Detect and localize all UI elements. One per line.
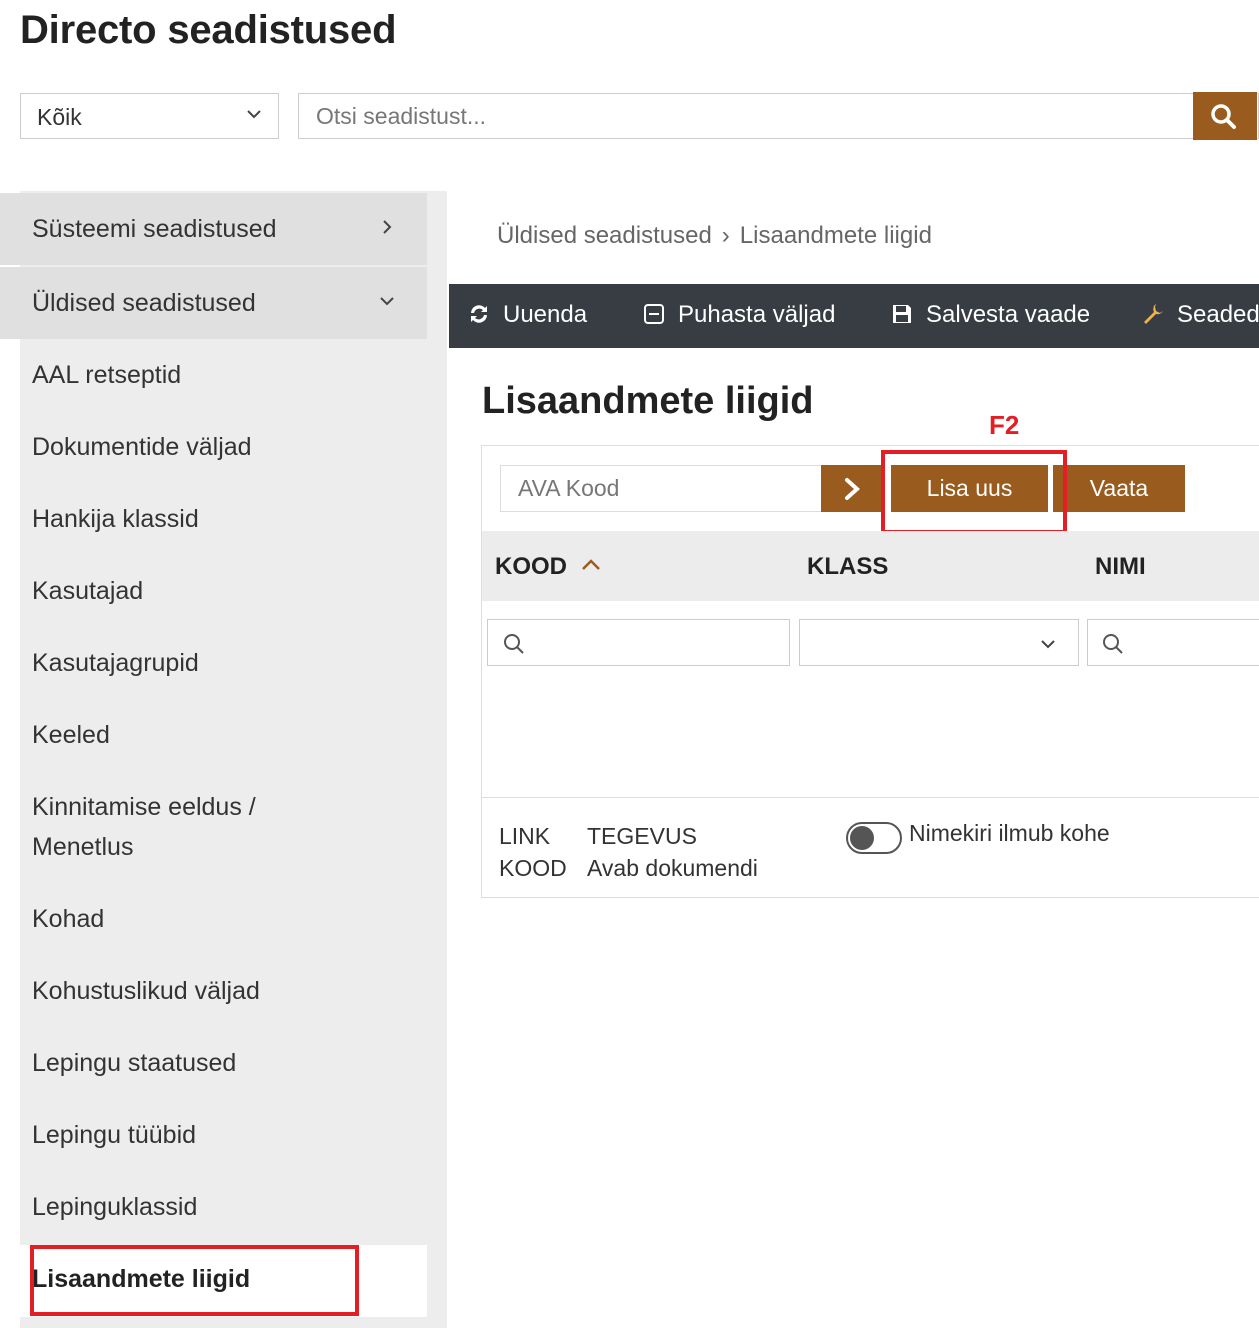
search-icon	[1103, 634, 1123, 654]
sidebar-item-lepinguklassid[interactable]: Lepinguklassid	[0, 1173, 427, 1245]
sidebar-group-system-settings[interactable]: Süsteemi seadistused	[0, 193, 427, 265]
sidebar-item-kasutajagrupid[interactable]: Kasutajagrupid	[0, 629, 427, 701]
toolbar: Uuenda Puhasta väljad Salvesta vaade Sea…	[449, 284, 1259, 348]
sidebar-item-hankija-klassid[interactable]: Hankija klassid	[0, 485, 427, 557]
refresh-icon	[471, 305, 487, 323]
save-view-button[interactable]: Salvesta vaade	[890, 301, 1090, 331]
clear-icon	[644, 304, 664, 324]
section-title: Lisaandmete liigid	[482, 380, 814, 422]
column-header-kood[interactable]: KOOD	[495, 553, 602, 581]
view-button[interactable]: Vaata	[1053, 465, 1185, 512]
chevron-down-icon	[380, 297, 394, 306]
chevron-down-icon	[247, 110, 261, 119]
sidebar-group-label: Süsteemi seadistused	[32, 215, 277, 243]
sidebar-item-label: Kasutajagrupid	[32, 649, 199, 677]
highlight-box-add-new	[881, 450, 1067, 534]
legend-action-value: Avab dokumendi	[587, 855, 758, 881]
settings-button[interactable]: Seaded	[1141, 301, 1259, 331]
list-immediate-toggle[interactable]	[846, 822, 902, 854]
sidebar-item-label: Kohustuslikud väljad	[32, 977, 260, 1005]
breadcrumb: Üldised seadistused › Lisaandmete liigid	[497, 222, 942, 250]
sidebar-item-keeled[interactable]: Keeled	[0, 701, 427, 773]
sidebar-item-label: Keeled	[32, 721, 110, 749]
category-select-value: Kõik	[37, 104, 82, 130]
search-field[interactable]	[298, 93, 1259, 139]
sidebar-item-label: Lepinguklassid	[32, 1193, 198, 1221]
open-code-field[interactable]	[500, 465, 822, 512]
sidebar-item-label: Dokumentide väljad	[32, 433, 252, 461]
sidebar-item-label: Kasutajad	[32, 577, 144, 605]
page-title: Directo seadistused	[20, 8, 397, 52]
breadcrumb-current: Lisaandmete liigid	[739, 222, 932, 249]
sidebar-item-label: Lepingu tüübid	[32, 1121, 197, 1149]
sidebar-item-kohad[interactable]: Kohad	[0, 885, 427, 957]
sidebar-item-aal-retseptid[interactable]: AAL retseptid	[0, 341, 427, 413]
wrench-icon	[1144, 304, 1163, 324]
table-header: KOOD KLASS NIMI	[482, 531, 1259, 601]
breadcrumb-separator: ›	[721, 222, 730, 249]
filter-klass-select[interactable]	[799, 619, 1079, 666]
sidebar-item-label: AAL retseptid	[32, 361, 182, 389]
clear-fields-button[interactable]: Puhasta väljad	[642, 301, 835, 331]
refresh-label: Uuenda	[503, 301, 588, 328]
sort-asc-icon	[581, 559, 600, 570]
sidebar-group-general-settings[interactable]: Üldised seadistused	[0, 267, 427, 339]
list-immediate-label: Nimekiri ilmub kohe	[909, 820, 1110, 846]
sidebar-item-kinnitamise-eeldus[interactable]: Kinnitamise eeldus / Menetlus	[0, 773, 427, 885]
column-header-nimi[interactable]: NIMI	[1095, 553, 1146, 581]
sidebar-item-label: Kinnitamise eeldus / Menetlus	[32, 793, 256, 861]
open-code-button[interactable]	[821, 465, 884, 512]
search-input[interactable]	[299, 94, 1192, 138]
sidebar-group-label: Üldised seadistused	[32, 289, 256, 317]
refresh-button[interactable]: Uuenda	[467, 301, 587, 331]
settings-label: Seaded	[1177, 301, 1259, 328]
search-icon	[1211, 104, 1236, 129]
sidebar-item-kohustuslikud-valjad[interactable]: Kohustuslikud väljad	[0, 957, 427, 1029]
chevron-down-icon	[1041, 640, 1055, 649]
filter-nimi-input[interactable]	[1087, 619, 1259, 666]
chevron-right-icon	[383, 220, 392, 234]
legend-action-label: TEGEVUS	[587, 823, 697, 849]
category-select[interactable]: Kõik	[20, 93, 279, 139]
chevron-right-icon	[845, 478, 860, 500]
sidebar-item-kasutajad[interactable]: Kasutajad	[0, 557, 427, 629]
sidebar-item-lepingu-tuubid[interactable]: Lepingu tüübid	[0, 1101, 427, 1173]
highlight-box-active-item	[30, 1245, 359, 1316]
sidebar-item-dokumentide-valjad[interactable]: Dokumentide väljad	[0, 413, 427, 485]
open-code-input[interactable]	[501, 466, 821, 511]
column-header-klass[interactable]: KLASS	[807, 553, 888, 581]
sidebar-item-lepingu-staatused[interactable]: Lepingu staatused	[0, 1029, 427, 1101]
column-header-label: KOOD	[495, 553, 567, 580]
legend-code-label: KOOD	[499, 855, 567, 881]
filter-kood-input[interactable]	[487, 619, 790, 666]
sidebar-item-label: Lepingu staatused	[32, 1049, 237, 1077]
search-icon	[504, 634, 524, 654]
sidebar-item-label: Kohad	[32, 905, 105, 933]
save-icon	[893, 305, 911, 323]
shortcut-hint: F2	[989, 410, 1020, 440]
search-button[interactable]	[1193, 92, 1257, 140]
clear-fields-label: Puhasta väljad	[678, 301, 836, 328]
toggle-knob	[850, 826, 874, 850]
breadcrumb-parent[interactable]: Üldised seadistused	[497, 222, 712, 249]
legend-keys: LINK KOOD	[499, 820, 567, 884]
legend-link-label: LINK	[499, 823, 551, 849]
save-view-label: Salvesta vaade	[926, 301, 1091, 328]
legend-values: TEGEVUS Avab dokumendi	[587, 820, 758, 884]
sidebar-item-label: Hankija klassid	[32, 505, 199, 533]
